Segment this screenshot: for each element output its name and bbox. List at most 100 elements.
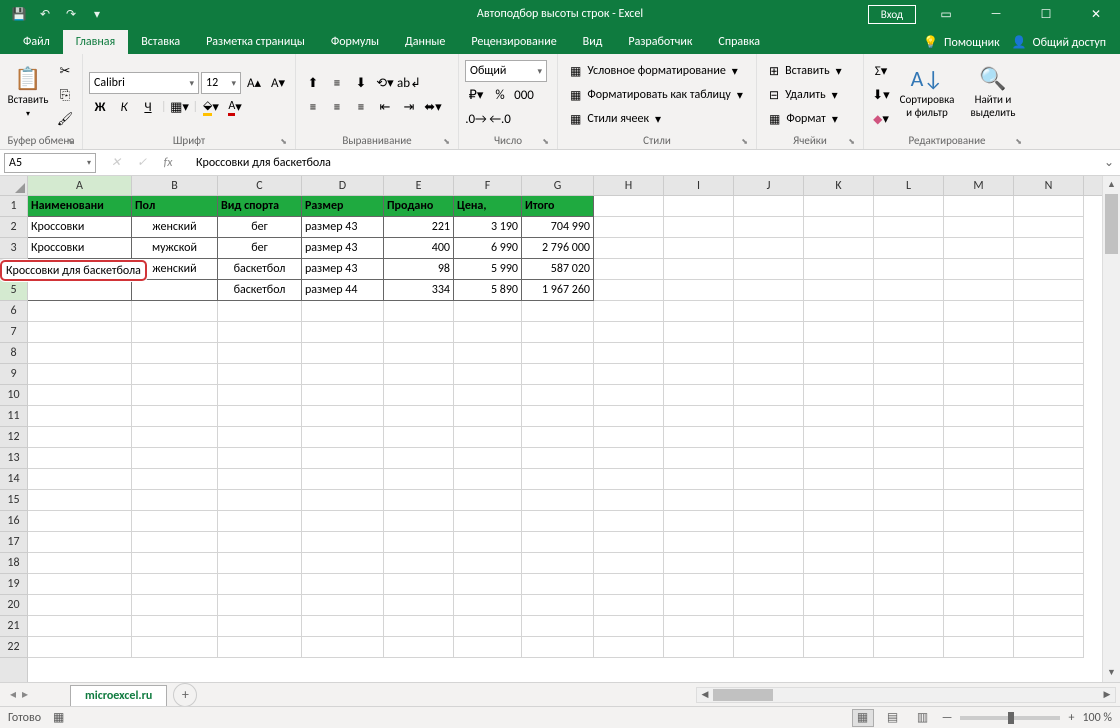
increase-font-button[interactable]: A▴	[243, 72, 265, 94]
macro-record-icon[interactable]: ▦	[53, 710, 64, 725]
tab-insert[interactable]: Вставка	[128, 30, 193, 54]
fill-button[interactable]: ⬇▾	[870, 84, 892, 106]
login-button[interactable]: Вход	[868, 5, 916, 24]
align-left-button[interactable]: ≡	[302, 96, 324, 118]
tab-home[interactable]: Главная	[63, 30, 128, 54]
undo-button[interactable]: ↶	[34, 3, 56, 25]
horizontal-scrollbar[interactable]: ◀ ▶	[696, 687, 1116, 703]
tab-developer[interactable]: Разработчик	[615, 30, 705, 54]
insert-cells-button[interactable]: ⊞Вставить▾	[763, 60, 857, 82]
zoom-out-button[interactable]: —	[942, 711, 953, 725]
enter-formula-button[interactable]: ✓	[130, 153, 154, 173]
orientation-button[interactable]: ⟲▾	[374, 72, 396, 94]
format-painter-button[interactable]: 🖌	[54, 108, 76, 130]
fill-color-button[interactable]: ⬙▾	[200, 96, 222, 118]
underline-button[interactable]: Ч	[137, 96, 159, 118]
bold-button[interactable]: Ж	[89, 96, 111, 118]
zoom-level[interactable]: 100 %	[1082, 711, 1112, 725]
group-alignment: ⬆ ≡ ⬇ ⟲▾ ab↲ ≡ ≡ ≡ ⇤ ⇥ ⬌▾ Выравнивание	[296, 54, 459, 149]
select-all-button[interactable]	[0, 176, 28, 196]
group-number: Общий▾ ₽▾ % 000 .0→ ←.0 Число	[459, 54, 558, 149]
font-color-button[interactable]: A▾	[224, 96, 246, 118]
tab-formulas[interactable]: Формулы	[318, 30, 392, 54]
fx-button[interactable]: fx	[156, 153, 180, 173]
page-layout-view-button[interactable]: ▤	[882, 709, 904, 727]
font-name-combo[interactable]: Calibri▾	[89, 72, 199, 94]
save-button[interactable]: 💾	[8, 3, 30, 25]
scroll-left-icon[interactable]: ◀	[697, 688, 713, 702]
formula-input[interactable]: Кроссовки для баскетбола	[188, 156, 1098, 170]
ribbon-tabs: Файл Главная Вставка Разметка страницы Ф…	[0, 28, 1120, 54]
scroll-down-icon[interactable]: ▼	[1103, 664, 1120, 682]
column-headers[interactable]: ABCDEFGHIJKLMN	[28, 176, 1102, 196]
sheet-tab-active[interactable]: microexcel.ru	[70, 685, 167, 706]
cancel-formula-button[interactable]: ✕	[104, 153, 128, 173]
borders-button[interactable]: ▦▾	[169, 96, 191, 118]
worksheet-grid: ABCDEFGHIJKLMN 1234567891011121314151617…	[0, 176, 1120, 682]
cells-area[interactable]: НаименованиПолВид спортаРазмерПроданоЦен…	[28, 196, 1102, 682]
cell-styles-button[interactable]: ▦Стили ячеек▾	[564, 108, 750, 130]
title-bar: 💾 ↶ ↷ ▾ Автоподбор высоты строк - Excel …	[0, 0, 1120, 28]
increase-decimal-button[interactable]: .0→	[465, 108, 487, 130]
sheet-nav[interactable]: ◂▸	[0, 687, 70, 702]
align-top-button[interactable]: ⬆	[302, 72, 324, 94]
ribbon-options-icon[interactable]: ▭	[926, 0, 966, 28]
decrease-decimal-button[interactable]: ←.0	[489, 108, 511, 130]
scrollbar-thumb[interactable]	[1105, 194, 1118, 254]
selected-cell-overflow[interactable]: Кроссовки для баскетбола	[0, 260, 147, 281]
group-editing: Σ▾ ⬇▾ ◆▾ A↓Сортировка и фильтр 🔍Найти и …	[864, 54, 1030, 149]
align-right-button[interactable]: ≡	[350, 96, 372, 118]
normal-view-button[interactable]: ▦	[852, 709, 874, 727]
align-center-button[interactable]: ≡	[326, 96, 348, 118]
name-box[interactable]: A5▾	[4, 153, 96, 173]
expand-formula-bar-button[interactable]: ⌄	[1098, 155, 1120, 170]
wrap-text-button[interactable]: ab↲	[398, 72, 420, 94]
accounting-format-button[interactable]: ₽▾	[465, 84, 487, 106]
percent-format-button[interactable]: %	[489, 84, 511, 106]
merge-cells-button[interactable]: ⬌▾	[422, 96, 444, 118]
align-middle-button[interactable]: ≡	[326, 72, 348, 94]
find-select-button[interactable]: 🔍Найти и выделить	[962, 58, 1024, 126]
copy-button[interactable]: ⎘	[54, 84, 76, 106]
format-cells-button[interactable]: ▦Формат▾	[763, 108, 857, 130]
redo-button[interactable]: ↷	[60, 3, 82, 25]
tab-review[interactable]: Рецензирование	[458, 30, 569, 54]
delete-icon: ⊟	[769, 88, 779, 103]
conditional-formatting-button[interactable]: ▦Условное форматирование▾	[564, 60, 750, 82]
scrollbar-thumb[interactable]	[713, 689, 773, 701]
sort-filter-button[interactable]: A↓Сортировка и фильтр	[896, 58, 958, 126]
increase-indent-button[interactable]: ⇥	[398, 96, 420, 118]
vertical-scrollbar[interactable]: ▲ ▼	[1102, 176, 1120, 682]
autosum-button[interactable]: Σ▾	[870, 60, 892, 82]
zoom-in-button[interactable]: +	[1068, 711, 1074, 725]
delete-cells-button[interactable]: ⊟Удалить▾	[763, 84, 857, 106]
align-bottom-button[interactable]: ⬇	[350, 72, 372, 94]
scroll-right-icon[interactable]: ▶	[1099, 688, 1115, 702]
tab-view[interactable]: Вид	[570, 30, 616, 54]
qat-customize-icon[interactable]: ▾	[86, 3, 108, 25]
tab-layout[interactable]: Разметка страницы	[193, 30, 318, 54]
paste-button[interactable]: 📋Вставить▾	[6, 58, 50, 126]
tab-help[interactable]: Справка	[705, 30, 773, 54]
decrease-font-button[interactable]: A▾	[267, 72, 289, 94]
share-button[interactable]: 👤Общий доступ	[1012, 35, 1106, 50]
decrease-indent-button[interactable]: ⇤	[374, 96, 396, 118]
minimize-button[interactable]: —	[976, 0, 1016, 28]
number-format-combo[interactable]: Общий▾	[465, 60, 547, 82]
tell-me[interactable]: 💡Помощник	[923, 35, 1000, 50]
format-as-table-button[interactable]: ▦Форматировать как таблицу▾	[564, 84, 750, 106]
tab-data[interactable]: Данные	[392, 30, 458, 54]
italic-button[interactable]: К	[113, 96, 135, 118]
close-button[interactable]: ✕	[1076, 0, 1116, 28]
tab-file[interactable]: Файл	[10, 30, 63, 54]
font-size-combo[interactable]: 12▾	[201, 72, 241, 94]
cut-button[interactable]: ✂	[54, 60, 76, 82]
page-break-view-button[interactable]: ▥	[912, 709, 934, 727]
scroll-up-icon[interactable]: ▲	[1103, 176, 1120, 194]
group-label: Буфер обмена	[6, 132, 76, 149]
comma-format-button[interactable]: 000	[513, 84, 535, 106]
maximize-button[interactable]: ☐	[1026, 0, 1066, 28]
zoom-slider[interactable]	[960, 716, 1060, 720]
add-sheet-button[interactable]: +	[173, 683, 197, 707]
clear-button[interactable]: ◆▾	[870, 108, 892, 130]
